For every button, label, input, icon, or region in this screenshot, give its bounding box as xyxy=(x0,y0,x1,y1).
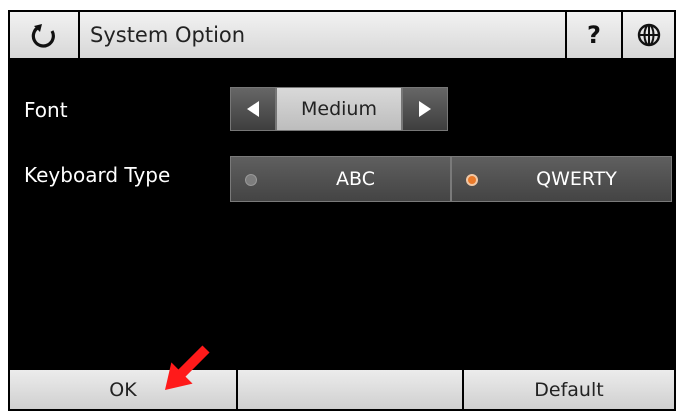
blank-button xyxy=(238,370,464,409)
font-label: Font xyxy=(24,98,68,122)
bottom-action-bar: OK Default xyxy=(10,368,674,409)
font-increase-button[interactable] xyxy=(402,87,448,131)
refresh-back-icon xyxy=(31,24,55,48)
help-button[interactable]: ? xyxy=(567,12,623,58)
globe-icon xyxy=(637,23,660,47)
font-decrease-button[interactable] xyxy=(230,87,276,131)
keyboard-option-abc[interactable]: ABC xyxy=(230,156,451,202)
triangle-right-icon xyxy=(419,101,431,117)
page-title: System Option xyxy=(80,12,567,58)
keyboard-type-label: Keyboard Type xyxy=(24,163,171,187)
title-bar: System Option ? xyxy=(10,12,674,60)
radio-unselected-icon xyxy=(245,174,257,186)
option-label: ABC xyxy=(336,168,375,190)
back-button[interactable] xyxy=(10,12,80,58)
radio-selected-icon xyxy=(466,174,478,186)
keyboard-option-qwerty[interactable]: QWERTY xyxy=(451,156,672,202)
option-label: QWERTY xyxy=(536,168,617,190)
default-button[interactable]: Default xyxy=(464,370,674,409)
system-option-panel: System Option ? Font Medium Keyboard Typ… xyxy=(8,10,676,411)
language-button[interactable] xyxy=(623,12,674,58)
font-size-value: Medium xyxy=(276,87,402,131)
triangle-left-icon xyxy=(247,101,259,117)
ok-button[interactable]: OK xyxy=(10,370,238,409)
